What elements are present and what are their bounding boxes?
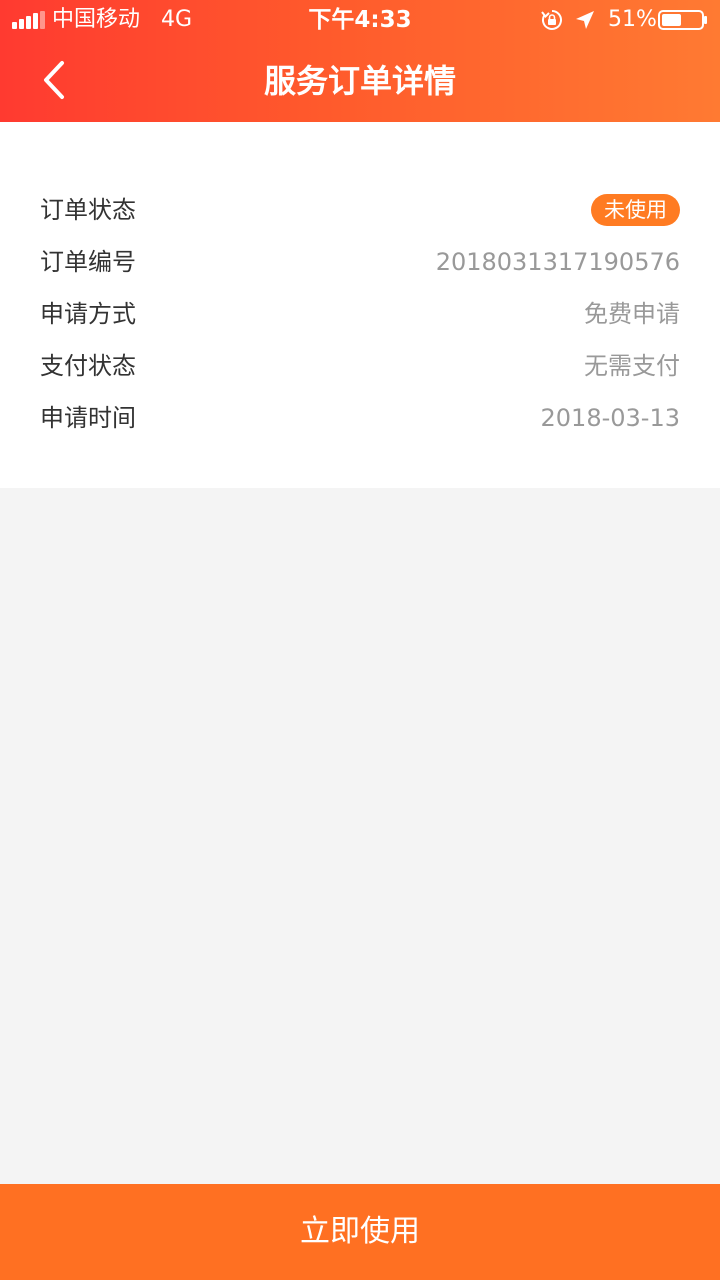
apply-time-row: 申请时间 2018-03-13 [40,392,680,444]
payment-status-value: 无需支付 [584,352,680,380]
apply-time-value: 2018-03-13 [540,404,680,432]
rotation-lock-icon [541,10,562,30]
order-number-row: 订单编号 2018031317190576 [40,236,680,288]
location-arrow-icon [576,11,594,29]
apply-time-label: 申请时间 [40,404,136,432]
apply-method-row: 申请方式 免费申请 [40,288,680,340]
app-header: 中国移动 4G 下午4:33 51% 服务订单详情 [0,0,720,122]
order-number-value: 2018031317190576 [435,248,680,276]
apply-method-value: 免费申请 [584,300,680,328]
order-status-label: 订单状态 [40,196,136,224]
status-bar: 中国移动 4G 下午4:33 51% [0,0,720,40]
order-status-row: 订单状态 未使用 [40,184,680,236]
battery-percent: 51% [608,7,657,32]
use-now-button[interactable]: 立即使用 [0,1184,720,1280]
apply-method-label: 申请方式 [40,300,136,328]
battery-icon [658,10,707,30]
order-details-card: 订单状态 未使用 订单编号 2018031317190576 申请方式 免费申请… [0,122,720,488]
status-badge: 未使用 [591,194,680,226]
order-number-label: 订单编号 [40,248,136,276]
payment-status-label: 支付状态 [40,352,136,380]
payment-status-row: 支付状态 无需支付 [40,340,680,392]
page-title: 服务订单详情 [263,62,456,100]
